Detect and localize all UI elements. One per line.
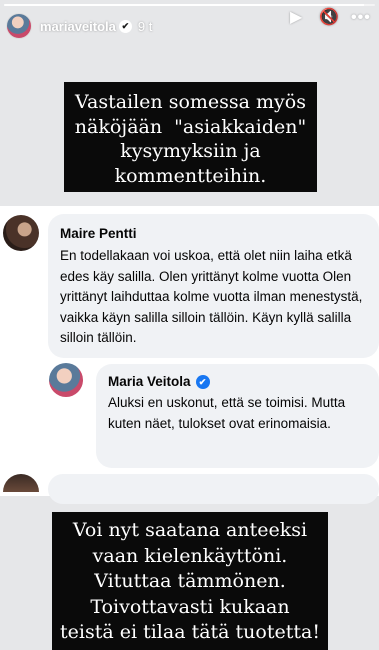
story-time: 9 t (137, 18, 153, 34)
caption-top-line: kysymyksiin ja (120, 140, 261, 162)
comment-author: Maire Pentti (60, 226, 369, 241)
story-username[interactable]: mariaveitola (40, 19, 116, 34)
story-progress-bar (4, 4, 375, 6)
caption-bottom-line: Vituttaa tämmönen. (94, 570, 286, 592)
comment-bubble-maire: Maire Pentti En todellakaan voi uskoa, e… (48, 214, 379, 358)
avatar[interactable] (6, 13, 32, 39)
comment-bubble-partial (48, 474, 379, 504)
caption-top-line: Vastailen somessa myös (75, 91, 306, 113)
comment-text: En todellakaan voi uskoa, että olet niin… (60, 248, 363, 345)
comment-bubble-maria: Maria Veitola ✔ Aluksi en uskonut, että … (96, 364, 379, 468)
comment-text: Aluksi en uskonut, että se toimisi. Mutt… (108, 395, 346, 431)
more-icon[interactable]: ••• (351, 10, 370, 26)
comment-author-name: Maria Veitola (108, 374, 191, 389)
story-progress-fill (4, 4, 364, 6)
comment-author: Maria Veitola ✔ (108, 374, 369, 389)
caption-bottom: Voi nyt saatana anteeksi vaan kielenkäyt… (52, 512, 328, 650)
verified-badge-icon: ✔ (118, 19, 132, 33)
caption-top-line: näköjään "asiakkaiden" (74, 115, 307, 138)
play-icon[interactable]: ▶ (290, 10, 304, 26)
caption-top: Vastailen somessa myös näköjään "asiakka… (64, 82, 317, 192)
mute-icon[interactable]: 🔇 (319, 10, 339, 26)
caption-bottom-line: Toivottavasti kukaan (90, 595, 290, 618)
caption-bottom-line: vaan kielenkäyttöni. (92, 544, 288, 567)
comment-author-name: Maire Pentti (60, 226, 137, 241)
commenter-avatar-maria (49, 363, 83, 397)
caption-bottom-line: Voi nyt saatana anteeksi (72, 519, 308, 541)
verified-check-icon: ✔ (195, 374, 210, 389)
caption-top-line: kommentteihin. (114, 164, 267, 187)
caption-bottom-line: teistä ei tilaa tätä tuotetta! (60, 621, 320, 643)
commenter-avatar-maire (3, 215, 39, 251)
